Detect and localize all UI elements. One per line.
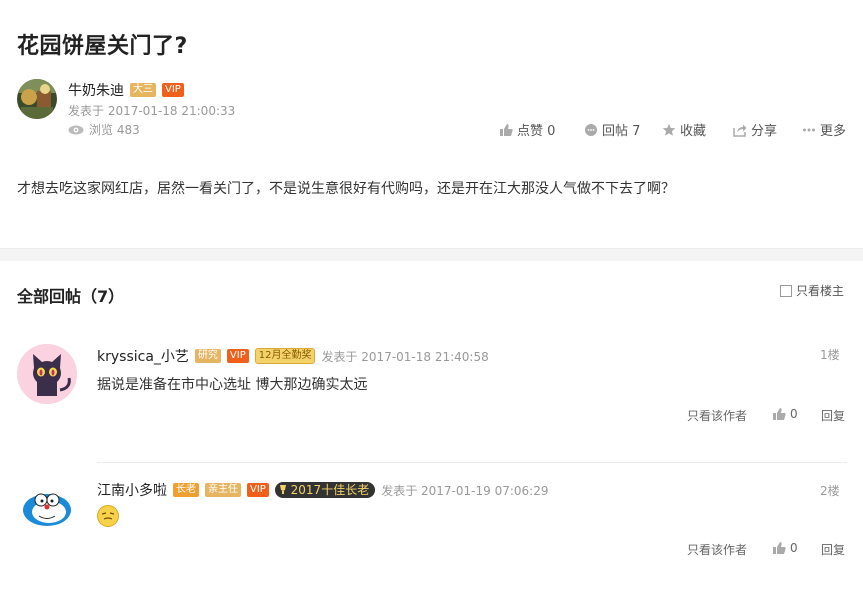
grade-badge: 大三 bbox=[130, 83, 156, 97]
only-author-link[interactable]: 只看该作者 bbox=[687, 407, 747, 424]
floor-number: 2楼 bbox=[820, 484, 840, 498]
comment-icon bbox=[585, 123, 597, 136]
elder-badge: 长老 bbox=[173, 483, 199, 497]
only-op-checkbox[interactable] bbox=[780, 284, 792, 297]
post-content: 才想去吃这家网红店，居然一看关门了，不是说生意很好有代购吗，还是开在江大那没人气… bbox=[17, 181, 675, 197]
award-badge: 2017十佳长老 bbox=[274, 482, 376, 498]
grade-badge: 研究 bbox=[194, 349, 221, 363]
role-badge: 亲主任 bbox=[205, 483, 241, 497]
reply-like-button[interactable]: 0 bbox=[772, 407, 798, 421]
like-button[interactable]: 点赞 0 bbox=[499, 120, 555, 139]
reply-time: 发表于 2017-01-19 07:06:29 bbox=[381, 483, 549, 498]
more-button[interactable]: 更多 bbox=[802, 120, 846, 139]
smirk-emoji-icon bbox=[97, 505, 119, 527]
reply-author-name[interactable]: 江南小多啦 bbox=[97, 480, 167, 500]
author-avatar[interactable] bbox=[17, 79, 57, 119]
reply-count-button[interactable]: 回帖 7 bbox=[584, 120, 640, 139]
replies-title: 全部回帖（7） bbox=[17, 287, 125, 306]
thumb-up-icon bbox=[773, 408, 786, 420]
trophy-icon bbox=[279, 485, 286, 494]
reply-time: 发表于 2017-01-18 21:40:58 bbox=[321, 349, 489, 364]
reply-text: 据说是准备在市中心选址 博大那边确实太远 bbox=[97, 377, 368, 393]
reply-button[interactable]: 回复 bbox=[821, 407, 845, 424]
vip-badge: VIP bbox=[162, 83, 184, 97]
only-author-link[interactable]: 只看该作者 bbox=[687, 541, 747, 558]
post-time: 发表于 2017-01-18 21:00:33 bbox=[68, 104, 236, 118]
collect-button[interactable]: 收藏 bbox=[662, 120, 706, 139]
cat-avatar-image bbox=[17, 344, 77, 404]
only-op-toggle[interactable]: 只看楼主 bbox=[780, 282, 844, 299]
thumb-up-icon bbox=[773, 542, 786, 554]
share-icon bbox=[733, 124, 747, 137]
post-title: 花园饼屋关门了? bbox=[17, 34, 188, 59]
reply-like-button[interactable]: 0 bbox=[772, 541, 798, 555]
reply-button[interactable]: 回复 bbox=[821, 541, 845, 558]
vip-badge: VIP bbox=[226, 349, 249, 363]
reply-divider bbox=[97, 462, 847, 463]
attendance-badge: 12月全勤奖 bbox=[254, 348, 316, 364]
floor-number: 1楼 bbox=[820, 348, 840, 362]
star-icon bbox=[662, 123, 676, 136]
views-count: 浏览 483 bbox=[68, 121, 140, 138]
smirk-face-icon bbox=[101, 512, 115, 520]
reply-avatar[interactable] bbox=[17, 344, 77, 404]
vip-badge: VIP bbox=[247, 483, 269, 497]
section-divider bbox=[0, 248, 863, 261]
more-dots-icon bbox=[803, 128, 815, 131]
author-name[interactable]: 牛奶朱迪 bbox=[68, 80, 124, 100]
doraemon-avatar-image bbox=[23, 493, 71, 526]
thumb-up-icon bbox=[500, 123, 513, 136]
author-avatar-image bbox=[17, 79, 57, 119]
share-button[interactable]: 分享 bbox=[733, 120, 777, 139]
reply-author-name[interactable]: kryssica_小艺 bbox=[97, 346, 189, 366]
reply-avatar[interactable] bbox=[17, 482, 77, 528]
eye-icon bbox=[68, 125, 84, 134]
